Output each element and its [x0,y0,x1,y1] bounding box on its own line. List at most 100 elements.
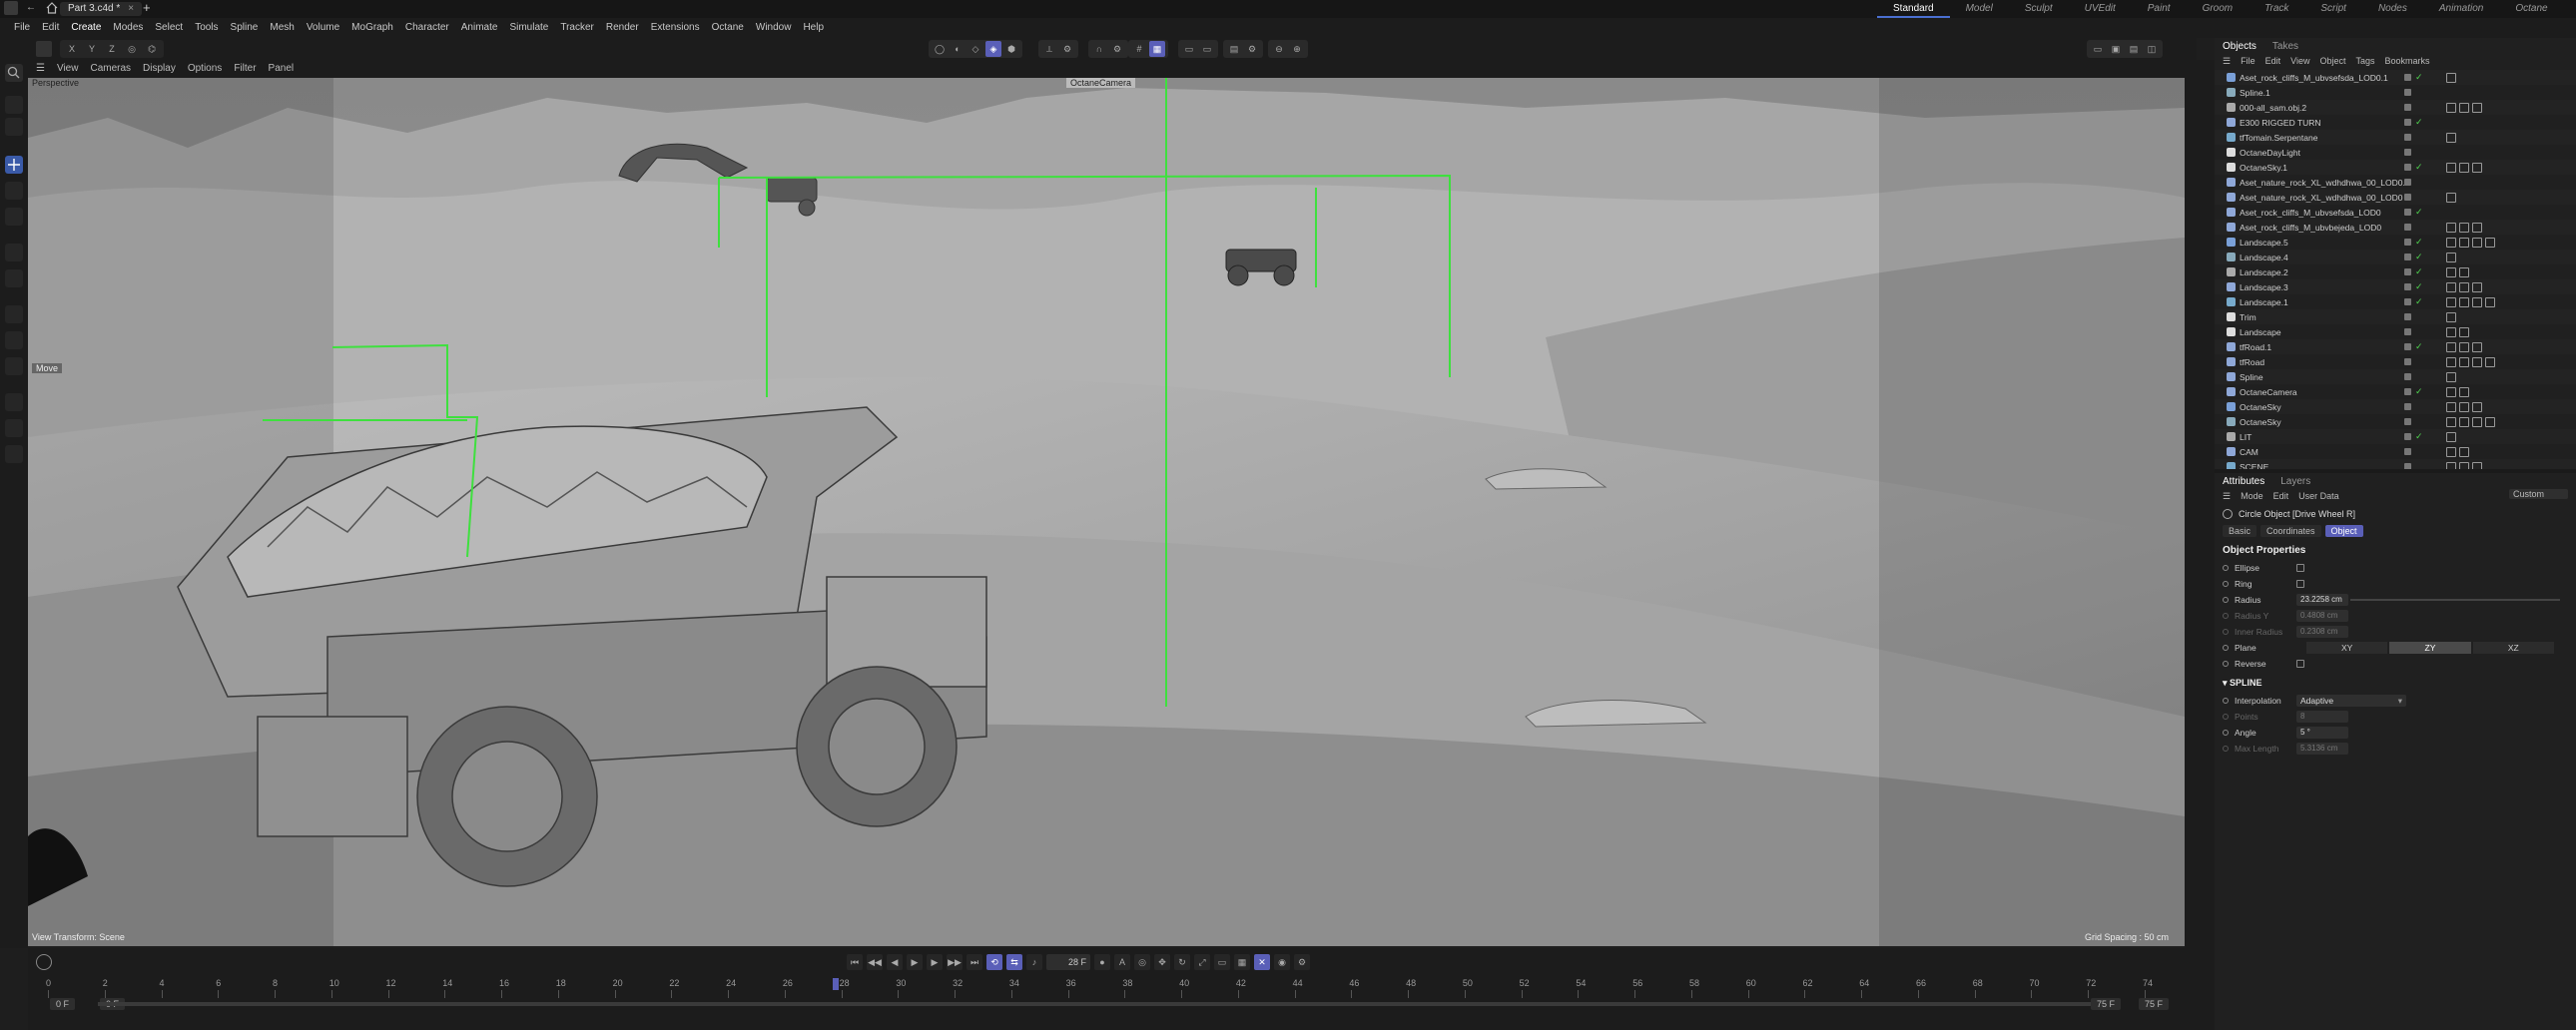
visibility-dot-icon[interactable] [2404,463,2411,469]
visibility-dot-icon[interactable] [2404,358,2411,365]
layout-track[interactable]: Track [2249,0,2304,18]
visibility-dot-icon[interactable] [2404,179,2411,186]
tag-icon[interactable] [2459,356,2469,367]
tag-icon[interactable] [2472,296,2482,307]
enabled-check-icon[interactable] [2415,224,2424,231]
object-row[interactable]: OctaneSky.1 ✓ [2215,160,2576,175]
enabled-check-icon[interactable]: ✓ [2415,282,2424,291]
projection-label[interactable]: Perspective [32,78,79,88]
tag-icon[interactable] [2446,162,2456,173]
tag-icon[interactable] [2446,192,2456,203]
object-row[interactable]: OctaneCamera ✓ [2215,384,2576,399]
attributes-menu-edit[interactable]: Edit [2273,491,2289,503]
home-icon[interactable] [46,2,58,14]
viewport-menu-icon[interactable]: ☰ [36,60,45,78]
current-frame-field[interactable]: 28 F [1046,954,1090,970]
object-row[interactable]: Landscape [2215,324,2576,339]
tag-icon[interactable] [2459,386,2469,397]
tag-icon[interactable] [2459,222,2469,233]
visibility-dot-icon[interactable] [2404,224,2411,231]
tag-icon[interactable] [2446,252,2456,262]
tag-icon[interactable] [2446,431,2456,442]
object-row[interactable]: Landscape.5 ✓ [2215,235,2576,250]
object-row[interactable]: tfRoad.1 ✓ [2215,339,2576,354]
keyframe-dot-icon[interactable] [2223,661,2229,667]
go-to-start-icon[interactable]: ⏮ [847,954,863,970]
object-row[interactable]: E300 RIGGED TURN ✓ [2215,115,2576,130]
axis-z-button[interactable]: Z [104,41,120,57]
select-icon[interactable] [5,96,23,114]
enabled-check-icon[interactable] [2415,418,2424,425]
tag-icon[interactable] [2472,102,2482,113]
tag-icon[interactable] [2459,446,2469,457]
next-key-icon[interactable]: ▶▶ [947,954,963,970]
object-row[interactable]: CAM [2215,444,2576,459]
snap-tool-icon[interactable] [5,269,23,287]
tag-icon[interactable] [2485,356,2495,367]
tag-icon[interactable] [2472,281,2482,292]
paint-tool-icon[interactable] [5,393,23,411]
preset-dropdown[interactable]: Custom [2508,489,2568,499]
measure-tool-icon[interactable] [5,445,23,463]
visibility-dot-icon[interactable] [2404,298,2411,305]
rotate-tool-icon[interactable] [5,182,23,200]
object-row[interactable]: Aset_nature_rock_XL_wdhdhwa_00_LOD0.1 [2215,175,2576,190]
keyframe-dot-icon[interactable] [2223,597,2229,603]
tag-icon[interactable] [2472,341,2482,352]
enabled-check-icon[interactable]: ✓ [2415,73,2424,82]
snap-icon[interactable]: ⌬ [144,41,160,57]
lasso-icon[interactable] [5,118,23,136]
tag-icon[interactable] [2472,222,2482,233]
layout-animation[interactable]: Animation [2423,0,2499,18]
scheme-settings-icon[interactable]: ⚙ [1294,954,1310,970]
objects-menu-bookmarks[interactable]: Bookmarks [2385,56,2430,68]
visibility-dot-icon[interactable] [2404,194,2411,201]
object-row[interactable]: Aset_nature_rock_XL_wdhdhwa_00_LOD0 [2215,190,2576,205]
tag-icon[interactable] [2459,162,2469,173]
ring-checkbox[interactable] [2296,580,2304,588]
objects-menu-view[interactable]: View [2290,56,2309,68]
move-key-icon[interactable]: ✥ [1154,954,1170,970]
tab-attributes[interactable]: Attributes [2223,476,2264,487]
objects-menu-object[interactable]: Object [2319,56,2345,68]
visibility-dot-icon[interactable] [2404,448,2411,455]
loop-icon[interactable]: ⟲ [986,954,1002,970]
picture-viewer-icon[interactable]: ▣ [2108,41,2124,57]
magnet-icon[interactable]: ∩ [1091,41,1107,57]
render-view-icon[interactable]: ▭ [1199,41,1215,57]
tag-icon[interactable] [2485,237,2495,248]
enabled-check-icon[interactable] [2415,194,2424,201]
enabled-check-icon[interactable] [2415,373,2424,380]
tag-icon[interactable] [2472,416,2482,427]
tag-icon[interactable] [2446,132,2456,143]
knife-tool-icon[interactable] [5,305,23,323]
tag-icon[interactable] [2459,102,2469,113]
playhead[interactable] [833,978,839,990]
visibility-dot-icon[interactable] [2404,433,2411,440]
model-mode-icon[interactable]: ◯ [932,41,948,57]
tab-takes[interactable]: Takes [2272,41,2298,52]
preview-icon[interactable]: ⊖ [1271,41,1287,57]
rotate-key-icon[interactable]: ↻ [1174,954,1190,970]
preview-end-field[interactable]: 75 F [2091,998,2122,1010]
tag-icon[interactable] [2446,266,2456,277]
visibility-dot-icon[interactable] [2404,164,2411,171]
radius-slider[interactable] [2350,599,2560,601]
object-row[interactable]: Aset_rock_cliffs_M_ubvbejeda_LOD0 [2215,220,2576,235]
interpolation-dropdown[interactable]: Adaptive [2296,695,2406,707]
enabled-check-icon[interactable] [2415,134,2424,141]
motion-system-icon[interactable]: ◉ [1274,954,1290,970]
visibility-dot-icon[interactable] [2404,104,2411,111]
coordinate-system-icon[interactable]: ◎ [124,41,140,57]
enabled-check-icon[interactable]: ✓ [2415,253,2424,261]
enabled-check-icon[interactable]: ✓ [2415,267,2424,276]
object-row[interactable]: Landscape.3 ✓ [2215,279,2576,294]
plane-option-xy[interactable]: XY [2306,642,2388,654]
visibility-dot-icon[interactable] [2404,89,2411,96]
plane-option-zy[interactable]: ZY [2389,642,2471,654]
object-row[interactable]: Landscape.2 ✓ [2215,264,2576,279]
subtab-coordinates[interactable]: Coordinates [2260,525,2321,537]
menu-spline[interactable]: Spline [225,18,265,38]
edges-mode-icon[interactable]: ◈ [985,41,1001,57]
tag-icon[interactable] [2459,281,2469,292]
